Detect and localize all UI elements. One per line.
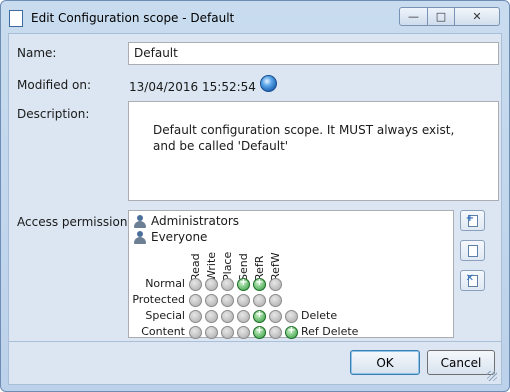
permission-granted-toggle[interactable] [253, 309, 266, 323]
modified-label: Modified on: [17, 78, 92, 92]
permission-toggle[interactable] [189, 278, 202, 291]
permission-column-header: Place [221, 251, 234, 281]
name-input[interactable]: Default [128, 42, 499, 65]
window-controls: — □ ✕ [399, 7, 500, 26]
permission-column-header: RefR [253, 255, 266, 281]
cancel-button[interactable]: Cancel [427, 350, 495, 375]
permission-granted-toggle[interactable] [253, 325, 266, 339]
permission-toggle[interactable] [269, 310, 282, 323]
title-bar[interactable]: Edit Configuration scope - Default — □ ✕ [1, 1, 509, 35]
modified-time: 15:52:54 [202, 80, 256, 94]
remove-permission-button[interactable]: ✕ [460, 270, 485, 291]
permission-extra-toggle[interactable] [285, 325, 298, 339]
permission-toggle[interactable] [237, 326, 250, 339]
dialog-footer: OK Cancel [8, 342, 502, 385]
permission-toggle[interactable] [221, 310, 234, 323]
document-add-icon: + [465, 213, 478, 227]
permission-toggle[interactable] [253, 294, 266, 307]
permission-toggle[interactable] [221, 294, 234, 307]
group-item[interactable]: Everyone [133, 229, 207, 245]
modified-date: 13/04/2016 [129, 80, 199, 94]
permission-row-label: Special [145, 309, 185, 322]
permission-column-header: RefW [269, 252, 282, 281]
add-permission-button[interactable]: + [460, 210, 485, 231]
window-title: Edit Configuration scope - Default [31, 11, 235, 25]
resize-grip[interactable] [487, 371, 497, 381]
permission-row-label: Content [141, 325, 185, 338]
maximize-button[interactable]: □ [428, 7, 455, 26]
permission-granted-toggle[interactable] [253, 277, 266, 291]
permission-toggle[interactable] [205, 294, 218, 307]
minimize-button[interactable]: — [399, 7, 428, 26]
group-label: Administrators [151, 214, 240, 228]
permission-toggle[interactable] [205, 278, 218, 291]
permission-toggle[interactable] [269, 278, 282, 291]
permission-row-label: Protected [132, 293, 185, 306]
window-document-icon [9, 10, 23, 27]
access-permissions-label: Access permissions: [17, 215, 138, 229]
group-label: Everyone [151, 230, 208, 244]
permission-toggle[interactable] [269, 326, 282, 339]
edit-configuration-scope-dialog: Edit Configuration scope - Default — □ ✕… [0, 0, 510, 392]
edit-permission-button[interactable] [460, 240, 485, 261]
permission-toggle[interactable] [237, 294, 250, 307]
permission-toggle[interactable] [269, 294, 282, 307]
permission-extra-toggle[interactable] [285, 310, 298, 323]
description-textarea[interactable]: Default configuration scope. It MUST alw… [128, 101, 499, 201]
permission-granted-toggle[interactable] [237, 277, 250, 291]
globe-icon[interactable] [260, 75, 277, 92]
permission-column-header: Write [205, 251, 218, 281]
dialog-body: Name: Default Modified on: 13/04/2016 15… [8, 33, 502, 342]
permission-toggle[interactable] [205, 326, 218, 339]
name-label: Name: [17, 46, 57, 60]
permission-toggle[interactable] [189, 310, 202, 323]
permission-extra-label: Ref Delete [301, 325, 359, 338]
document-edit-icon [468, 245, 478, 257]
permission-column-header: Send [237, 253, 250, 281]
user-group-icon [133, 214, 147, 228]
user-group-icon [133, 230, 147, 244]
access-permissions-list[interactable]: Administrators Everyone Read Write Place Send… [128, 210, 454, 339]
description-label: Description: [17, 107, 90, 121]
permission-toggle[interactable] [237, 310, 250, 323]
permission-toggle[interactable] [221, 326, 234, 339]
icon-mark: + [465, 213, 474, 224]
ok-button[interactable]: OK [350, 350, 420, 375]
permission-toggle[interactable] [189, 294, 202, 307]
permission-row-label: Normal [145, 277, 185, 290]
close-button[interactable]: ✕ [455, 7, 500, 26]
icon-mark: ✕ [465, 273, 474, 284]
document-remove-icon: ✕ [465, 273, 478, 287]
permission-toggle[interactable] [189, 326, 202, 339]
permission-toggle[interactable] [205, 310, 218, 323]
group-item[interactable]: Administrators [133, 213, 239, 229]
permission-toggle[interactable] [221, 278, 234, 291]
permission-column-header: Read [189, 253, 202, 281]
permission-extra-label: Delete [301, 309, 338, 322]
